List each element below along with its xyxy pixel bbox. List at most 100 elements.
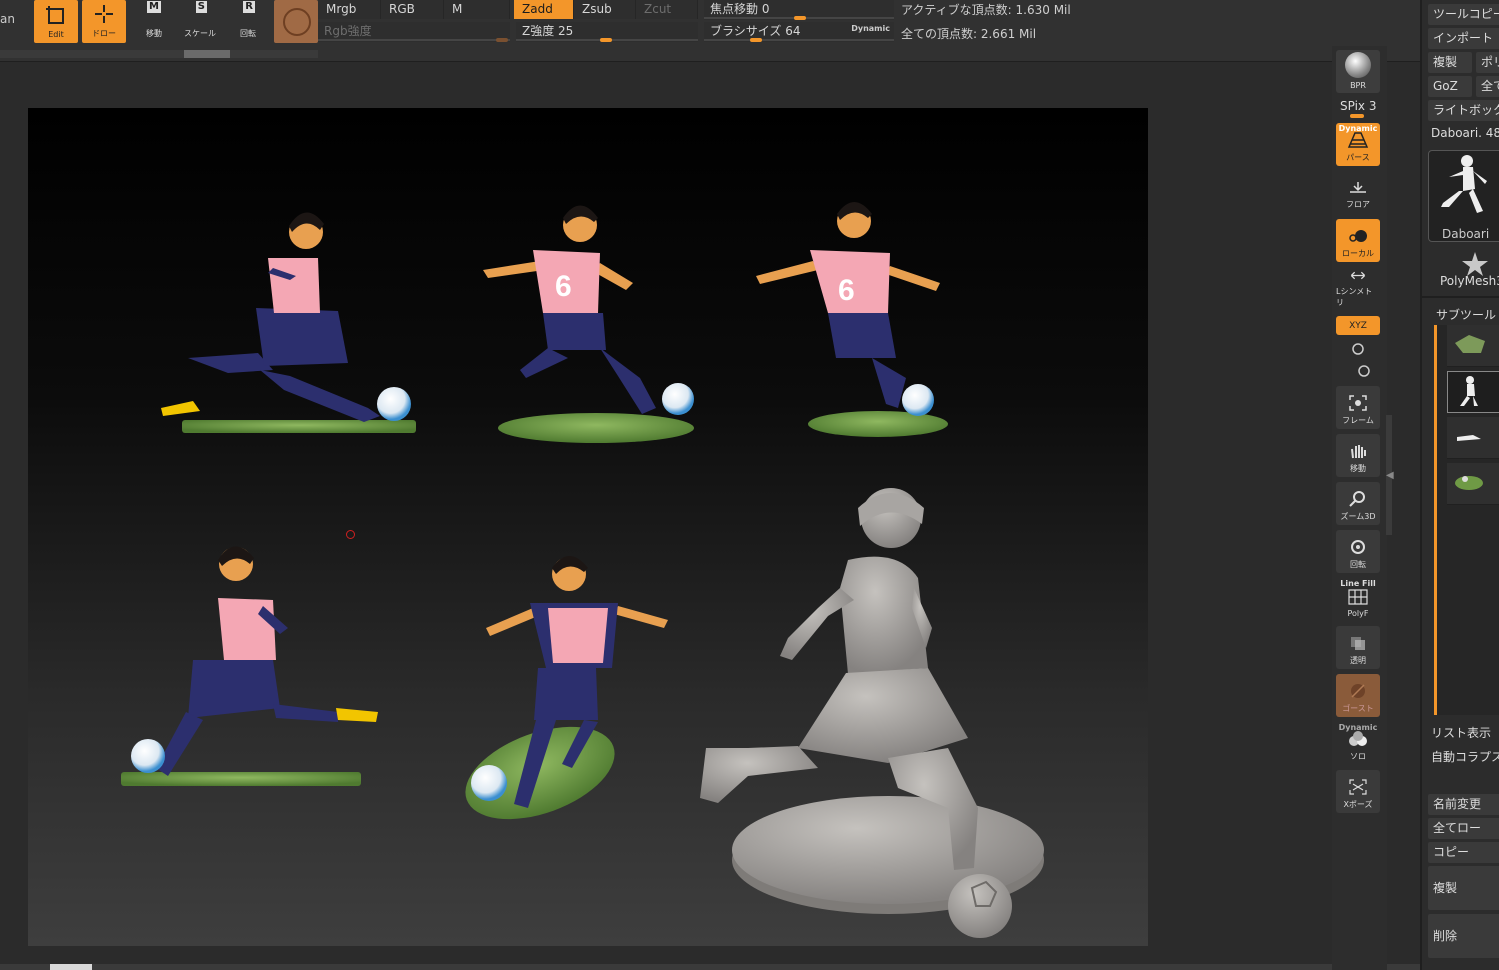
scale-button[interactable]: S スケール xyxy=(178,0,222,43)
all-low-button[interactable]: 全てロー xyxy=(1428,818,1499,839)
figure-5[interactable]: 6 xyxy=(453,556,668,837)
duplicate-button[interactable]: 複製 xyxy=(1428,866,1499,910)
grass-base-icon xyxy=(1455,476,1483,490)
edit-button[interactable]: Edit xyxy=(34,0,78,43)
right-shelf: BPR SPix 3 Dynamic パース フロア ローカル Lシンメトリ X… xyxy=(1332,46,1387,970)
subtool-title[interactable]: サブツール xyxy=(1436,306,1496,323)
draw-button[interactable]: ドロー xyxy=(82,0,126,43)
rotate-view-button[interactable]: 回転 xyxy=(1336,530,1380,573)
subtool-item[interactable] xyxy=(1447,325,1499,367)
figure-2[interactable]: 6 xyxy=(483,205,694,444)
ghost-icon xyxy=(1351,684,1365,698)
rgb-intensity-slider[interactable]: Rgb強度 xyxy=(318,22,510,42)
copy-button[interactable]: コピー xyxy=(1428,842,1499,863)
xpose-icon xyxy=(1349,779,1367,795)
scroll-thumb[interactable] xyxy=(184,50,230,58)
symmetry-button[interactable]: Lシンメトリ xyxy=(1336,268,1380,311)
zadd-toggle[interactable]: Zadd xyxy=(514,0,574,19)
zsub-toggle[interactable]: Zsub xyxy=(574,0,636,19)
zoom3d-button[interactable]: ズーム3D xyxy=(1336,482,1380,525)
transparency-button[interactable]: 透明 xyxy=(1336,626,1380,669)
delete-button[interactable]: 削除 xyxy=(1428,914,1499,958)
dynamic-label[interactable]: Dynamic xyxy=(851,20,890,38)
figure-6-sculpt[interactable] xyxy=(700,488,1044,938)
auto-collapse-button[interactable]: 自動コラプス xyxy=(1431,748,1499,765)
material-ball-icon[interactable] xyxy=(274,0,318,43)
figure-3[interactable]: 6 xyxy=(756,202,948,437)
solo-icon xyxy=(1349,731,1367,746)
subtool-item-selected[interactable] xyxy=(1447,371,1499,413)
symmetry-label: Lシンメトリ xyxy=(1336,287,1373,307)
brush-size-label: ブラシサイズ 64 xyxy=(710,24,801,38)
transparency-icon xyxy=(1351,637,1365,650)
solo-label: ソロ xyxy=(1350,752,1366,761)
subtool-item[interactable] xyxy=(1447,463,1499,505)
persp-label: パース xyxy=(1346,153,1370,162)
transparency-label: 透明 xyxy=(1350,656,1366,665)
pan-button[interactable]: 移動 xyxy=(1336,434,1380,477)
active-points-readout: アクティブな頂点数: 1.630 Mil xyxy=(901,3,1071,17)
goz-button[interactable]: GoZ xyxy=(1428,76,1472,97)
figure-1[interactable] xyxy=(161,212,416,433)
rotate-z-icon[interactable] xyxy=(1356,364,1372,378)
rotate-button[interactable]: R 回転 xyxy=(226,0,270,43)
list-view-button[interactable]: リスト表示 xyxy=(1431,724,1491,741)
total-points-readout: 全ての頂点数: 2.661 Mil xyxy=(901,27,1037,41)
xpose-label: Xポーズ xyxy=(1343,800,1373,809)
z-intensity-label: Z強度 25 xyxy=(522,24,574,38)
toolbar-scrollbar[interactable] xyxy=(0,50,318,58)
hand-icon xyxy=(1351,445,1366,459)
zoom3d-label: ズーム3D xyxy=(1340,512,1376,521)
ghost-button[interactable]: ゴースト xyxy=(1336,674,1380,717)
make-polymesh-button[interactable]: ポリ xyxy=(1476,52,1499,73)
frame-button[interactable]: フレーム xyxy=(1336,386,1380,429)
solo-button[interactable]: Dynamic ソロ xyxy=(1336,722,1380,765)
rgb-intensity-label: Rgb強度 xyxy=(324,24,372,38)
xyz-label: XYZ xyxy=(1349,320,1367,331)
local-button[interactable]: ローカル xyxy=(1336,219,1380,262)
player-icon xyxy=(1460,376,1478,406)
polyframe-grid-icon xyxy=(1348,589,1368,605)
xyz-button[interactable]: XYZ xyxy=(1336,316,1380,335)
bpr-button[interactable]: BPR xyxy=(1336,50,1380,93)
rotate-y-icon[interactable] xyxy=(1350,342,1366,356)
z-intensity-slider[interactable]: Z強度 25 xyxy=(516,22,698,42)
bottom-scrollbar[interactable] xyxy=(0,964,1420,970)
figure-4[interactable] xyxy=(121,546,378,786)
xpose-button[interactable]: Xポーズ xyxy=(1336,770,1380,813)
subtool-item[interactable] xyxy=(1447,417,1499,459)
current-tool-thumbnail[interactable]: Daboari xyxy=(1428,150,1499,242)
thumb-caption: Daboari xyxy=(1442,227,1490,241)
spix-slider[interactable] xyxy=(1350,114,1364,118)
rotate-label: 回転 xyxy=(240,29,256,38)
perspective-button[interactable]: Dynamic パース xyxy=(1336,123,1380,166)
collapse-arrow-icon[interactable]: ◀ xyxy=(1386,470,1394,481)
rgb-toggle[interactable]: RGB xyxy=(381,0,444,19)
move-label: 移動 xyxy=(146,29,162,38)
rotate-icon: R xyxy=(243,1,255,13)
clone-button[interactable]: 複製 xyxy=(1428,52,1472,73)
lightbox-tools-button[interactable]: ライトボックス xyxy=(1428,100,1499,121)
spix-label: SPix 3 xyxy=(1340,99,1377,113)
zcut-toggle[interactable]: Zcut xyxy=(636,0,698,19)
canvas[interactable]: 6 6 xyxy=(28,108,1148,946)
brush-size-slider[interactable]: ブラシサイズ 64 Dynamic xyxy=(704,22,894,42)
svg-text:6: 6 xyxy=(555,270,572,303)
floor-button[interactable]: フロア xyxy=(1336,170,1380,213)
rename-button[interactable]: 名前変更 xyxy=(1428,794,1499,815)
polymesh-label: PolyMesh3 xyxy=(1440,274,1499,288)
document-viewport[interactable]: 6 6 xyxy=(0,63,1420,970)
m-toggle[interactable]: M xyxy=(444,0,510,19)
current-tool-slider[interactable]: Daboari. 48 xyxy=(1431,126,1499,140)
import-button[interactable]: インポート xyxy=(1428,28,1499,49)
tool-palette: ツールコピー インポート 複製 ポリ GoZ 全て ライトボックス Daboar… xyxy=(1420,0,1499,970)
move-icon: M xyxy=(147,1,161,13)
mrgb-toggle[interactable]: Mrgb xyxy=(318,0,381,19)
polyframe-button[interactable]: Line Fill PolyF xyxy=(1336,578,1380,621)
goz-all-button[interactable]: 全て xyxy=(1476,76,1499,97)
magnifier-icon xyxy=(1349,491,1365,507)
floor-icon xyxy=(1350,182,1366,193)
move-button[interactable]: M 移動 xyxy=(132,0,176,43)
focal-shift-slider[interactable]: 焦点移動 0 xyxy=(704,0,894,20)
tool-copy-button[interactable]: ツールコピー xyxy=(1428,4,1499,25)
